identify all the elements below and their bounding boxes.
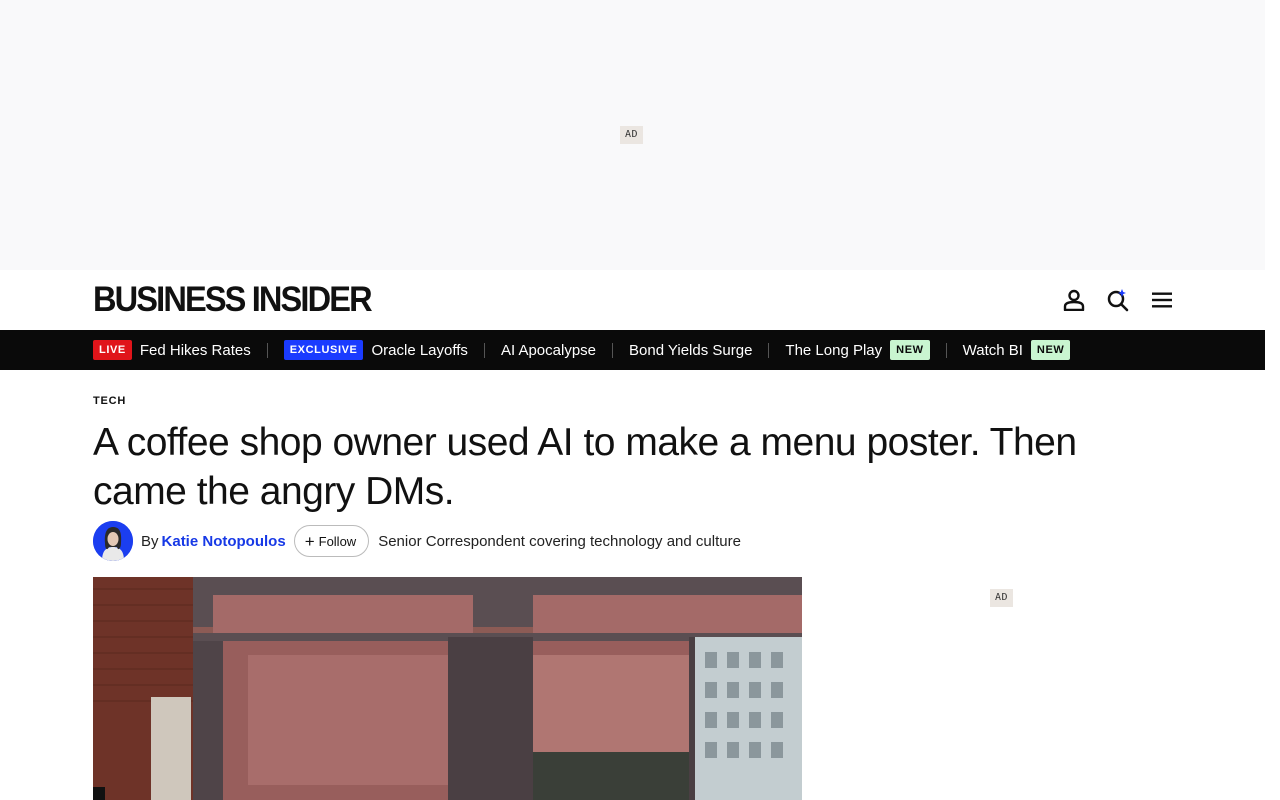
account-icon[interactable] [1061,287,1087,313]
section-label[interactable]: TECH [93,395,126,407]
author-description: Senior Correspondent covering technology… [378,532,741,550]
byline: By Katie Notopoulos + Follow Senior Corr… [93,521,741,561]
trending-item-label: Bond Yields Surge [629,341,753,359]
trending-item-watch-bi[interactable]: Watch BI NEW [963,340,1071,360]
plus-icon: + [304,531,315,551]
article-headline: A coffee shop owner used AI to make a me… [93,421,1077,513]
trending-item-label: Fed Hikes Rates [139,341,251,359]
top-ad-slot: AD [0,0,1265,270]
trending-item-label: Oracle Layoffs [371,341,468,359]
trending-item-the-long-play[interactable]: The Long Play NEW [785,340,930,360]
follow-button[interactable]: + Follow [293,525,370,557]
divider [945,342,947,358]
exclusive-badge: EXCLUSIVE [283,340,364,360]
author-link[interactable]: Katie Notopoulos [162,533,286,550]
trending-item-label: The Long Play [785,341,883,359]
new-badge: NEW [890,340,930,360]
trending-bar: LIVE Fed Hikes Rates EXCLUSIVE Oracle La… [0,330,1265,370]
menu-icon[interactable] [1149,287,1175,313]
trending-item-bond-yields-surge[interactable]: Bond Yields Surge [629,342,752,359]
trending-item-label: Watch BI [962,341,1023,359]
divider [768,342,770,358]
site-header: BUSINESS INSIDER [0,270,1265,330]
trending-item-label: AI Apocalypse [500,341,596,359]
follow-label: Follow [318,533,357,549]
live-badge: LIVE [93,340,132,360]
site-logo[interactable]: BUSINESS INSIDER [93,282,373,317]
author-avatar[interactable] [93,521,133,561]
trending-item-ai-apocalypse[interactable]: AI Apocalypse [501,342,596,359]
byline-prefix: By [141,532,159,550]
ad-label: AD [990,589,1014,607]
hero-image [93,577,802,800]
divider [612,342,613,358]
search-icon[interactable] [1105,287,1131,313]
ticker-fade [1225,330,1265,370]
trending-item-fed-hikes-rates[interactable]: LIVE Fed Hikes Rates [93,340,251,360]
new-badge: NEW [1030,340,1071,360]
trending-item-oracle-layoffs[interactable]: EXCLUSIVE Oracle Layoffs [283,340,468,360]
ad-label: AD [620,126,644,144]
divider [266,342,268,358]
divider [483,342,485,358]
